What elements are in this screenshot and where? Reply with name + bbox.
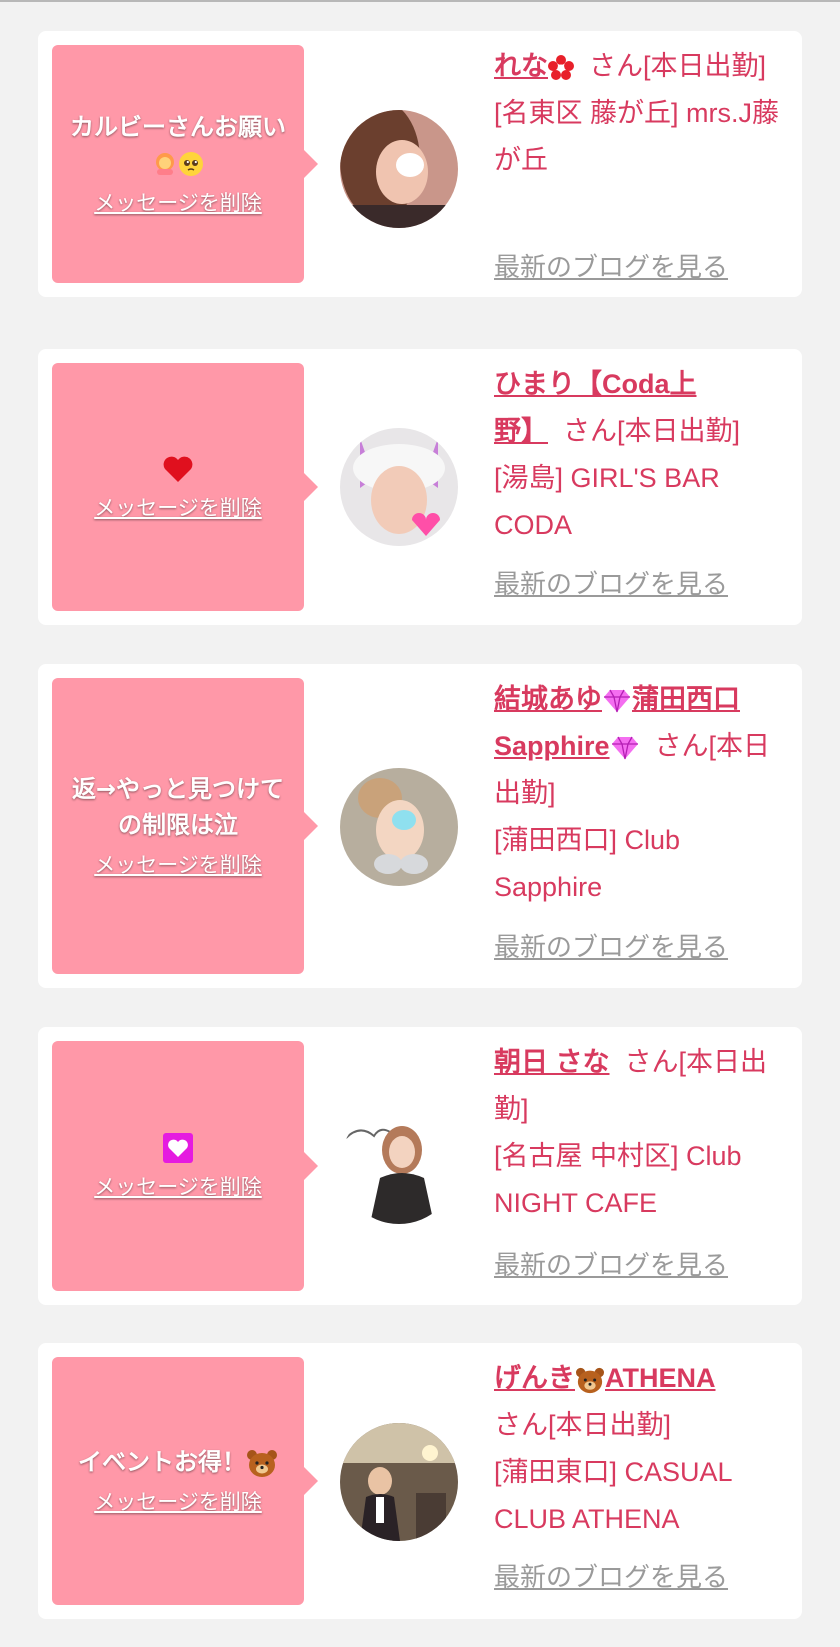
cast-area: [名東区 藤が丘] mrs.J藤が丘 bbox=[494, 98, 779, 175]
gem-icon bbox=[604, 689, 630, 713]
gem-icon bbox=[611, 736, 638, 760]
cast-name-link[interactable]: げんき ATHENA bbox=[494, 1363, 716, 1393]
bear-face-icon bbox=[247, 1450, 277, 1477]
latest-blog-link[interactable]: 最新のブログを見る bbox=[494, 1557, 728, 1594]
message-card: カルビーさんお願い メッセージを削除 れな さん[本日出勤] [名東区 藤が丘]… bbox=[38, 31, 802, 297]
cast-name[interactable]: れな bbox=[494, 51, 548, 81]
avatar[interactable] bbox=[340, 1423, 458, 1541]
delete-message-link[interactable]: メッセージを削除 bbox=[94, 1486, 262, 1518]
message-card: メッセージを削除 朝日 さな さん[本日出勤] [名古屋 中村区] Club N… bbox=[38, 1027, 802, 1305]
cast-name-store[interactable]: ATHENA bbox=[605, 1363, 716, 1393]
cast-info: げんき ATHENA さん[本日出勤] [蒲田東口] CASUAL CLUB AT… bbox=[494, 1355, 780, 1543]
cast-info: 朝日 さな さん[本日出勤] [名古屋 中村区] Club NIGHT CAFE bbox=[494, 1039, 780, 1227]
cast-status: さん[本日出勤] bbox=[494, 1410, 672, 1440]
message-bubble: メッセージを削除 bbox=[52, 1041, 318, 1291]
cast-area: [蒲田西口] Club Sapphire bbox=[494, 825, 681, 902]
pleading-face-icon bbox=[179, 152, 203, 176]
cast-area: [名古屋 中村区] Club NIGHT CAFE bbox=[494, 1141, 742, 1218]
latest-blog-link[interactable]: 最新のブログを見る bbox=[494, 564, 728, 601]
message-text bbox=[162, 450, 194, 486]
cast-name-link[interactable]: 朝日 さな bbox=[494, 1047, 610, 1077]
message-text: 返→やっと見つけての制限は泣 bbox=[71, 775, 285, 839]
woman-emoji-icon bbox=[156, 153, 174, 175]
heart-box-icon bbox=[163, 1133, 193, 1163]
delete-message-link[interactable]: メッセージを削除 bbox=[94, 1171, 262, 1203]
cast-name[interactable]: 結城あゆ bbox=[494, 684, 602, 714]
message-text bbox=[162, 1129, 194, 1165]
avatar[interactable] bbox=[340, 768, 458, 886]
avatar[interactable] bbox=[340, 428, 458, 546]
cast-area: [湯島] GIRL'S BAR CODA bbox=[494, 463, 720, 540]
message-bubble: イベントお得！ メッセージを削除 bbox=[52, 1357, 318, 1605]
red-heart-icon bbox=[163, 456, 193, 482]
message-card: 返→やっと見つけての制限は泣 メッセージを削除 結城あゆ 蒲田西口Sapphire… bbox=[38, 664, 802, 988]
cast-area: [蒲田東口] CASUAL CLUB ATHENA bbox=[494, 1457, 732, 1534]
message-text: イベントお得！ bbox=[78, 1444, 278, 1480]
message-bubble: カルビーさんお願い メッセージを削除 bbox=[52, 45, 318, 283]
avatar[interactable] bbox=[340, 110, 458, 228]
cast-info: れな さん[本日出勤] [名東区 藤が丘] mrs.J藤が丘 bbox=[494, 43, 780, 184]
message-list: カルビーさんお願い メッセージを削除 れな さん[本日出勤] [名東区 藤が丘]… bbox=[0, 2, 840, 1647]
cast-name-link[interactable]: れな bbox=[494, 51, 574, 81]
message-text-content: イベントお得！ bbox=[78, 1448, 246, 1476]
latest-blog-link[interactable]: 最新のブログを見る bbox=[494, 927, 728, 964]
message-card: イベントお得！ メッセージを削除 げんき ATHENA さん[本日出勤] [蒲田東… bbox=[38, 1343, 802, 1619]
cast-info: ひまり【Coda上野】 さん[本日出勤] [湯島] GIRL'S BAR COD… bbox=[494, 361, 780, 549]
delete-message-link[interactable]: メッセージを削除 bbox=[94, 492, 262, 524]
cast-status: さん[本日出勤] bbox=[563, 416, 741, 446]
message-bubble: 返→やっと見つけての制限は泣 メッセージを削除 bbox=[52, 678, 318, 974]
cast-name[interactable]: 朝日 さな bbox=[494, 1047, 610, 1077]
message-bubble: メッセージを削除 bbox=[52, 363, 318, 611]
cast-info: 結城あゆ 蒲田西口Sapphire さん[本日出勤] [蒲田西口] Club Sa… bbox=[494, 676, 780, 911]
message-text-content: カルビーさんお願い bbox=[70, 113, 286, 141]
latest-blog-link[interactable]: 最新のブログを見る bbox=[494, 1245, 728, 1282]
bear-face-icon bbox=[576, 1367, 604, 1393]
red-flower-icon bbox=[548, 54, 574, 80]
message-text: カルビーさんお願い bbox=[66, 109, 290, 181]
cast-status: さん[本日出勤] bbox=[589, 51, 767, 81]
avatar[interactable] bbox=[340, 1106, 458, 1224]
message-card: メッセージを削除 ひまり【Coda上野】 さん[本日出勤] [湯島] GIRL'… bbox=[38, 349, 802, 625]
delete-message-link[interactable]: メッセージを削除 bbox=[94, 849, 262, 881]
latest-blog-link[interactable]: 最新のブログを見る bbox=[494, 247, 728, 284]
cast-name[interactable]: げんき bbox=[494, 1363, 575, 1393]
delete-message-link[interactable]: メッセージを削除 bbox=[94, 187, 262, 219]
